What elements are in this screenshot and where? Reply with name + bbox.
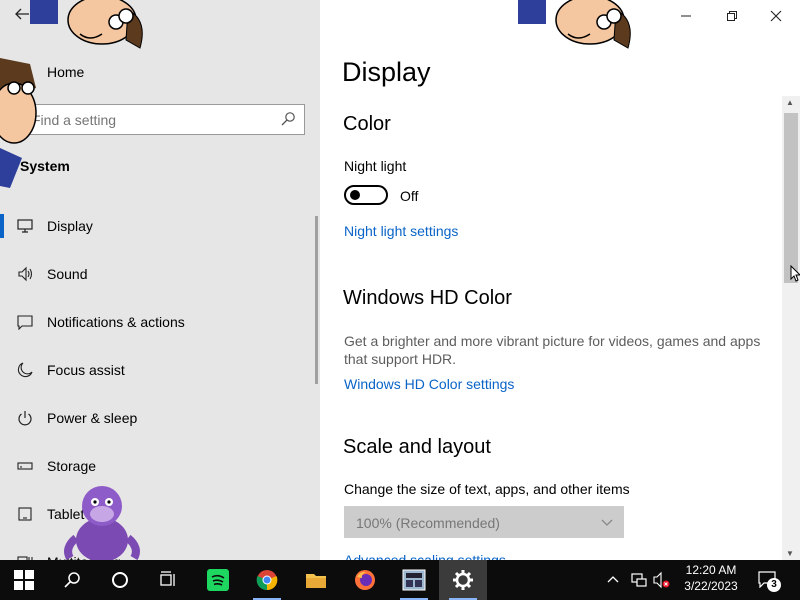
advanced-scaling-link[interactable]: Advanced scaling settings	[344, 552, 506, 560]
scale-selected-value: 100% (Recommended)	[356, 515, 500, 531]
network-button[interactable]	[630, 571, 648, 594]
bonzi-buddy-character	[64, 486, 140, 560]
monitor-icon	[16, 217, 34, 235]
scale-dropdown[interactable]: 100% (Recommended)	[344, 506, 624, 538]
hd-color-heading: Windows HD Color	[343, 287, 512, 309]
drive-icon	[16, 457, 34, 475]
sidebar-scrollbar[interactable]	[315, 216, 318, 384]
hd-color-description: Get a brighter and more vibrant picture …	[344, 333, 761, 367]
sidebar-item-sound[interactable]: Sound	[0, 250, 316, 298]
sidebar-item-label: Power & sleep	[47, 410, 138, 426]
chat-icon	[16, 313, 34, 331]
cortana-button[interactable]	[96, 560, 144, 600]
scroll-down-icon[interactable]: ▼	[786, 549, 794, 558]
scale-label: Change the size of text, apps, and other…	[344, 481, 630, 497]
sidebar-item-power-sleep[interactable]: Power & sleep	[0, 394, 316, 442]
chrome-button[interactable]	[243, 560, 291, 600]
minimize-button[interactable]	[672, 4, 700, 28]
notification-count-badge: 3	[767, 578, 781, 592]
task-view-button[interactable]	[144, 560, 192, 600]
search-box[interactable]	[22, 104, 305, 135]
settings-sidebar: Home System Display Sound Notifications …	[0, 0, 320, 570]
minimize-icon	[681, 15, 691, 17]
night-light-label: Night light	[344, 158, 407, 174]
sidebar-item-notifications[interactable]: Notifications & actions	[0, 298, 316, 346]
search-icon	[64, 572, 80, 588]
file-explorer-icon	[306, 574, 326, 588]
restore-button[interactable]	[718, 4, 746, 28]
mouse-cursor-icon	[790, 265, 800, 282]
page-title: Display	[342, 57, 431, 87]
firefox-button[interactable]	[341, 560, 389, 600]
spotify-button[interactable]	[194, 560, 242, 600]
volume-muted-icon	[653, 571, 670, 589]
sidebar-item-label: Focus assist	[47, 362, 125, 378]
cortana-icon	[112, 572, 128, 588]
sidebar-home[interactable]: Home	[47, 64, 84, 80]
scroll-thumb[interactable]	[784, 113, 798, 283]
file-explorer-button[interactable]	[292, 560, 340, 600]
task-view-icon	[160, 571, 175, 586]
close-icon	[770, 10, 782, 22]
sidebar-nav: Display Sound Notifications & actions Fo…	[0, 202, 316, 586]
sidebar-item-label: Sound	[47, 266, 88, 282]
calculator-app-button[interactable]	[390, 560, 438, 600]
sidebar-item-tablet[interactable]: Tablet	[0, 490, 316, 538]
windows-start-icon	[14, 570, 34, 590]
search-icon[interactable]	[280, 111, 296, 127]
firefox-icon	[355, 570, 375, 590]
taskbar-search-button[interactable]	[48, 560, 96, 600]
chevron-up-icon	[607, 576, 619, 583]
calculator-app-icon	[402, 569, 426, 591]
color-heading: Color	[343, 113, 391, 135]
start-button[interactable]	[0, 560, 48, 600]
sidebar-item-storage[interactable]: Storage	[0, 442, 316, 490]
clock-date: 3/22/2023	[684, 579, 738, 593]
chrome-icon	[256, 570, 278, 591]
hd-color-settings-link[interactable]: Windows HD Color settings	[344, 376, 514, 392]
sidebar-item-label: Notifications & actions	[47, 314, 185, 330]
action-center-button[interactable]: 3	[758, 570, 782, 592]
restore-icon	[727, 11, 737, 21]
volume-button[interactable]	[652, 571, 670, 594]
tablet-icon	[16, 505, 34, 523]
cartoon-face-sticker	[518, 0, 631, 49]
settings-icon	[453, 570, 473, 590]
sidebar-item-display[interactable]: Display	[0, 202, 316, 250]
close-button[interactable]	[762, 4, 790, 28]
main-scrollbar[interactable]: ▲ ▼	[782, 96, 800, 560]
chevron-down-icon	[601, 519, 613, 526]
night-light-settings-link[interactable]: Night light settings	[344, 223, 458, 239]
display-settings-pane: Display Color Night light Off Night ligh…	[320, 0, 800, 560]
cartoon-face-sticker	[30, 0, 143, 49]
scroll-up-icon[interactable]: ▲	[786, 98, 794, 107]
power-icon	[16, 409, 34, 427]
scale-layout-heading: Scale and layout	[343, 436, 491, 458]
cartoon-face-sticker	[0, 58, 37, 188]
back-arrow-icon	[15, 8, 29, 20]
sidebar-item-label: Display	[47, 218, 93, 234]
clock[interactable]: 12:20 AM 3/22/2023	[672, 562, 750, 594]
sidebar-item-label: Storage	[47, 458, 97, 474]
network-icon	[631, 573, 647, 587]
night-light-toggle[interactable]	[344, 185, 388, 205]
spotify-icon	[207, 569, 229, 591]
sidebar-item-focus-assist[interactable]: Focus assist	[0, 346, 316, 394]
moon-icon	[16, 361, 34, 379]
speaker-icon	[16, 265, 34, 283]
toggle-knob	[350, 190, 360, 200]
search-input[interactable]	[23, 105, 273, 134]
clock-time: 12:20 AM	[685, 563, 737, 577]
settings-button[interactable]	[439, 560, 487, 600]
night-light-state: Off	[400, 188, 419, 204]
taskbar: 12:20 AM 3/22/2023 3	[0, 560, 800, 600]
show-hidden-icons-button[interactable]	[606, 572, 620, 591]
